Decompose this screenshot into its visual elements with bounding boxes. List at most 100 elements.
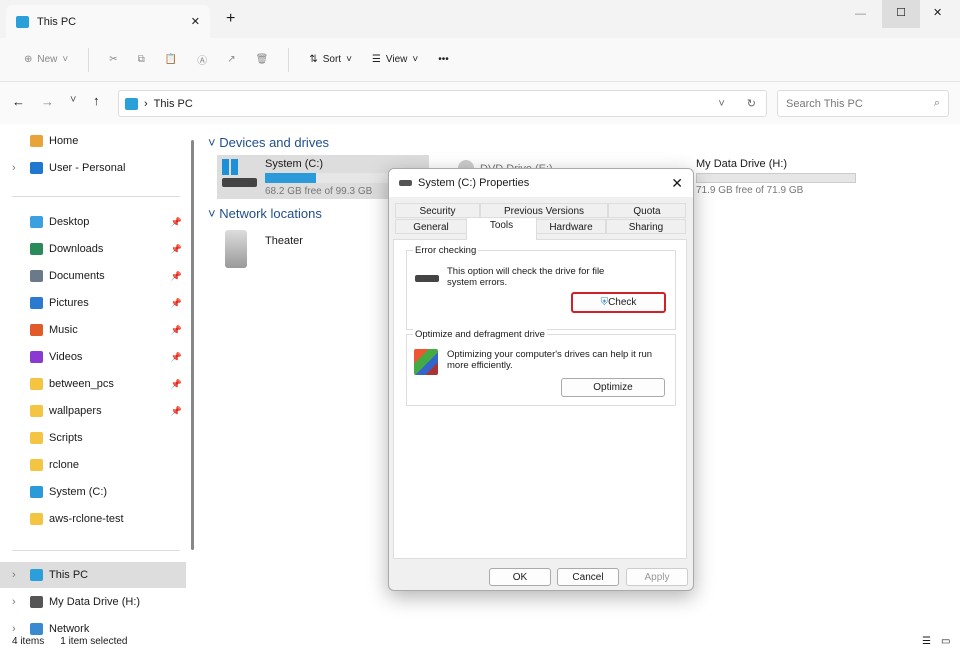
- view-icon: ☰: [371, 54, 381, 65]
- view-label: View: [385, 54, 408, 65]
- sidebar-item[interactable]: System (C:): [0, 479, 186, 505]
- drive-h[interactable]: My Data Drive (H:): [696, 158, 787, 170]
- sidebar-item-label: Videos: [49, 351, 83, 363]
- recent-dropdown[interactable]: ˅: [70, 94, 76, 106]
- tab-sharing[interactable]: Sharing: [606, 219, 686, 234]
- sidebar-item[interactable]: Music 📌: [0, 317, 186, 343]
- sidebar-item[interactable]: between_pcs 📌: [0, 371, 186, 397]
- optimize-button[interactable]: Optimize: [561, 378, 665, 397]
- sidebar-item[interactable]: › User - Personal: [0, 155, 186, 181]
- new-label: New: [37, 54, 58, 65]
- cancel-button[interactable]: Cancel: [557, 568, 619, 586]
- up-button[interactable]: ↑: [93, 93, 100, 108]
- pin-icon: 📌: [170, 297, 182, 308]
- sort-icon: ⇅: [309, 54, 318, 65]
- devices-header-label: Devices and drives: [219, 135, 330, 150]
- copy-icon[interactable]: ⧉: [130, 50, 153, 69]
- sidebar-item[interactable]: Downloads 📌: [0, 236, 186, 262]
- sidebar-item-label: User - Personal: [49, 162, 126, 174]
- dialog-close-button[interactable]: ✕: [671, 175, 683, 192]
- tab-hardware[interactable]: Hardware: [536, 219, 606, 234]
- sidebar-item-label: wallpapers: [49, 405, 102, 417]
- address-input[interactable]: › This PC ˅ ↻: [118, 90, 767, 117]
- forward-button[interactable]: →: [41, 94, 54, 109]
- sidebar-item-label: This PC: [49, 569, 89, 581]
- paste-icon[interactable]: 📋: [157, 50, 185, 69]
- back-button[interactable]: ←: [12, 94, 25, 109]
- more-button[interactable]: •••: [430, 50, 457, 69]
- breadcrumb[interactable]: This PC: [154, 98, 713, 110]
- item-icon: [30, 297, 43, 309]
- item-icon: [30, 569, 43, 581]
- check-label: Check: [608, 297, 637, 308]
- maximize-button[interactable]: ☐: [882, 0, 920, 28]
- close-tab-icon[interactable]: ✕: [191, 15, 200, 28]
- sidebar-item[interactable]: Pictures 📌: [0, 290, 186, 316]
- tab-quota[interactable]: Quota: [608, 203, 686, 218]
- tab-this-pc[interactable]: This PC ✕: [6, 5, 210, 38]
- drive-icon: [399, 180, 412, 186]
- sidebar-item[interactable]: › My Data Drive (H:): [0, 589, 186, 615]
- drive-icon: [222, 178, 257, 187]
- sidebar-item[interactable]: › This PC: [0, 562, 186, 588]
- tiles-view-icon[interactable]: ▭: [941, 636, 950, 647]
- sidebar-item[interactable]: Scripts: [0, 425, 186, 451]
- sidebar-item-label: Pictures: [49, 297, 89, 309]
- sidebar-item-label: My Data Drive (H:): [49, 596, 141, 608]
- minimize-button[interactable]: —: [855, 8, 866, 20]
- chevron-right-icon[interactable]: ›: [12, 596, 16, 608]
- folder-icon: [30, 432, 43, 444]
- sidebar-item-label: System (C:): [49, 486, 108, 498]
- network-theater[interactable]: Theater: [265, 235, 303, 247]
- sidebar-item[interactable]: Home: [0, 128, 186, 154]
- pin-icon: 📌: [170, 351, 182, 362]
- search-placeholder: Search This PC: [786, 97, 863, 110]
- status-bar: 4 items 1 item selected ☰ ▭: [0, 631, 960, 651]
- tab-security[interactable]: Security: [395, 203, 480, 218]
- tab-tools[interactable]: Tools: [466, 217, 537, 240]
- sidebar-scrollbar[interactable]: [191, 140, 194, 550]
- chevron-down-icon[interactable]: ˅: [718, 98, 724, 110]
- tab-title: This PC: [37, 15, 77, 28]
- media-server-icon: [225, 230, 247, 268]
- refresh-icon[interactable]: ↻: [747, 97, 756, 110]
- sidebar-item[interactable]: wallpapers 📌: [0, 398, 186, 424]
- new-button[interactable]: ⊕ New ˅: [16, 50, 76, 69]
- sidebar-item[interactable]: aws-rclone-test: [0, 506, 186, 532]
- search-input[interactable]: Search This PC ⌕: [777, 90, 949, 117]
- folder-icon: [30, 459, 43, 471]
- delete-icon[interactable]: 🗑: [248, 50, 277, 69]
- details-view-icon[interactable]: ☰: [922, 636, 931, 647]
- devices-header[interactable]: ˅ Devices and drives: [208, 135, 329, 150]
- windows-logo-icon: [222, 159, 238, 175]
- cut-icon[interactable]: ✂: [101, 50, 125, 69]
- drive-h-free: 71.9 GB free of 71.9 GB: [696, 185, 804, 196]
- sidebar-item[interactable]: Desktop 📌: [0, 209, 186, 235]
- dialog-title-bar: System (C:) Properties ✕: [389, 169, 693, 197]
- sidebar-item[interactable]: Documents 📌: [0, 263, 186, 289]
- item-icon: [30, 351, 43, 363]
- sidebar-item-label: Downloads: [49, 243, 104, 255]
- sidebar-item[interactable]: Videos 📌: [0, 344, 186, 370]
- drive-free: 68.2 GB free of 99.3 GB: [265, 186, 373, 197]
- share-icon[interactable]: ↗: [219, 50, 243, 69]
- item-icon: [30, 324, 43, 336]
- view-button[interactable]: ☰ View ˅: [364, 50, 426, 69]
- new-tab-button[interactable]: +: [226, 10, 235, 28]
- pin-icon: 📌: [170, 324, 182, 335]
- network-header[interactable]: ˅ Network locations: [208, 206, 322, 221]
- tab-previous-versions[interactable]: Previous Versions: [480, 203, 608, 218]
- chevron-right-icon[interactable]: ›: [12, 569, 16, 581]
- apply-button[interactable]: Apply: [626, 568, 688, 586]
- search-icon: ⌕: [933, 97, 940, 109]
- check-button[interactable]: ⛨Check: [571, 292, 666, 313]
- chevron-right-icon[interactable]: ›: [12, 162, 16, 174]
- sidebar-item[interactable]: rclone: [0, 452, 186, 478]
- close-button[interactable]: ✕: [933, 6, 942, 19]
- sort-button[interactable]: ⇅ Sort ˅: [301, 50, 360, 69]
- error-checking-label: Error checking: [413, 245, 479, 256]
- rename-icon[interactable]: Ⓐ: [189, 48, 215, 71]
- sidebar-item-label: between_pcs: [49, 378, 114, 390]
- ok-button[interactable]: OK: [489, 568, 551, 586]
- tab-general[interactable]: General: [395, 219, 467, 234]
